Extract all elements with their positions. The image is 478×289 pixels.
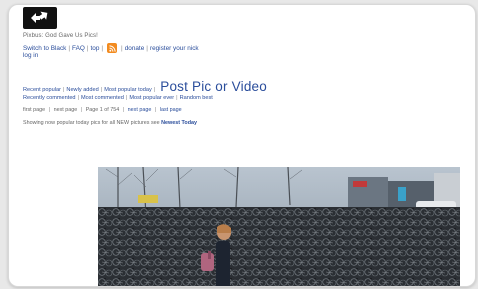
random-best-link[interactable]: Random best (180, 94, 213, 102)
register-link[interactable]: register your nick (150, 45, 199, 52)
separator: | (68, 44, 71, 52)
top-link[interactable]: top (90, 45, 99, 52)
prev-page-label: next page (53, 107, 78, 113)
notice-text: Showing now popular today pics for all N… (23, 120, 160, 126)
faq-link[interactable]: FAQ (72, 45, 85, 52)
featured-photo[interactable] (98, 167, 460, 286)
recently-commented-link[interactable]: Recently commented (23, 94, 76, 102)
bicycle-parking-photo (98, 167, 460, 286)
next-page-link[interactable]: next page (128, 107, 152, 113)
post-pic-link[interactable]: Post Pic or Video (160, 80, 267, 94)
login-link[interactable]: log in (23, 52, 38, 59)
separator: | (101, 44, 104, 52)
page-info: Page 1 of 754 (85, 107, 120, 113)
nav-row-2: Recently commented | Most commented | Mo… (23, 94, 213, 102)
recent-popular-link[interactable]: Recent popular (23, 86, 61, 94)
last-page-link[interactable]: last page (160, 107, 182, 113)
first-page-label: first page (23, 107, 46, 113)
top-links-bar: Switch to Black | FAQ | top | | donate |… (23, 43, 199, 53)
notice-line: Showing now popular today pics for all N… (23, 120, 197, 126)
site-tagline: Pixbus: God Gave Us Pics! (23, 33, 98, 39)
newly-added-link[interactable]: Newly added (66, 86, 98, 94)
nav-row-1: Recent popular | Newly added | Most popu… (23, 79, 267, 94)
most-popular-today-link[interactable]: Most popular today (104, 86, 152, 94)
separator: | (146, 44, 148, 52)
site-logo[interactable] (23, 7, 57, 29)
arrows-icon (31, 11, 48, 23)
separator: | (86, 44, 89, 52)
separator: | (121, 44, 123, 52)
most-popular-ever-link[interactable]: Most popular ever (129, 94, 174, 102)
pagination: first page | next page | Page 1 of 754 |… (23, 107, 182, 113)
most-commented-link[interactable]: Most commented (81, 94, 124, 102)
login-row: log in (23, 52, 38, 59)
switch-theme-link[interactable]: Switch to Black (23, 45, 66, 52)
rss-icon[interactable] (107, 43, 118, 53)
donate-link[interactable]: donate (125, 45, 145, 52)
newest-today-link[interactable]: Newest Today (161, 120, 197, 126)
category-nav: Recent popular | Newly added | Most popu… (23, 79, 267, 102)
browser-content-frame: Pixbus: God Gave Us Pics! Switch to Blac… (8, 4, 476, 287)
